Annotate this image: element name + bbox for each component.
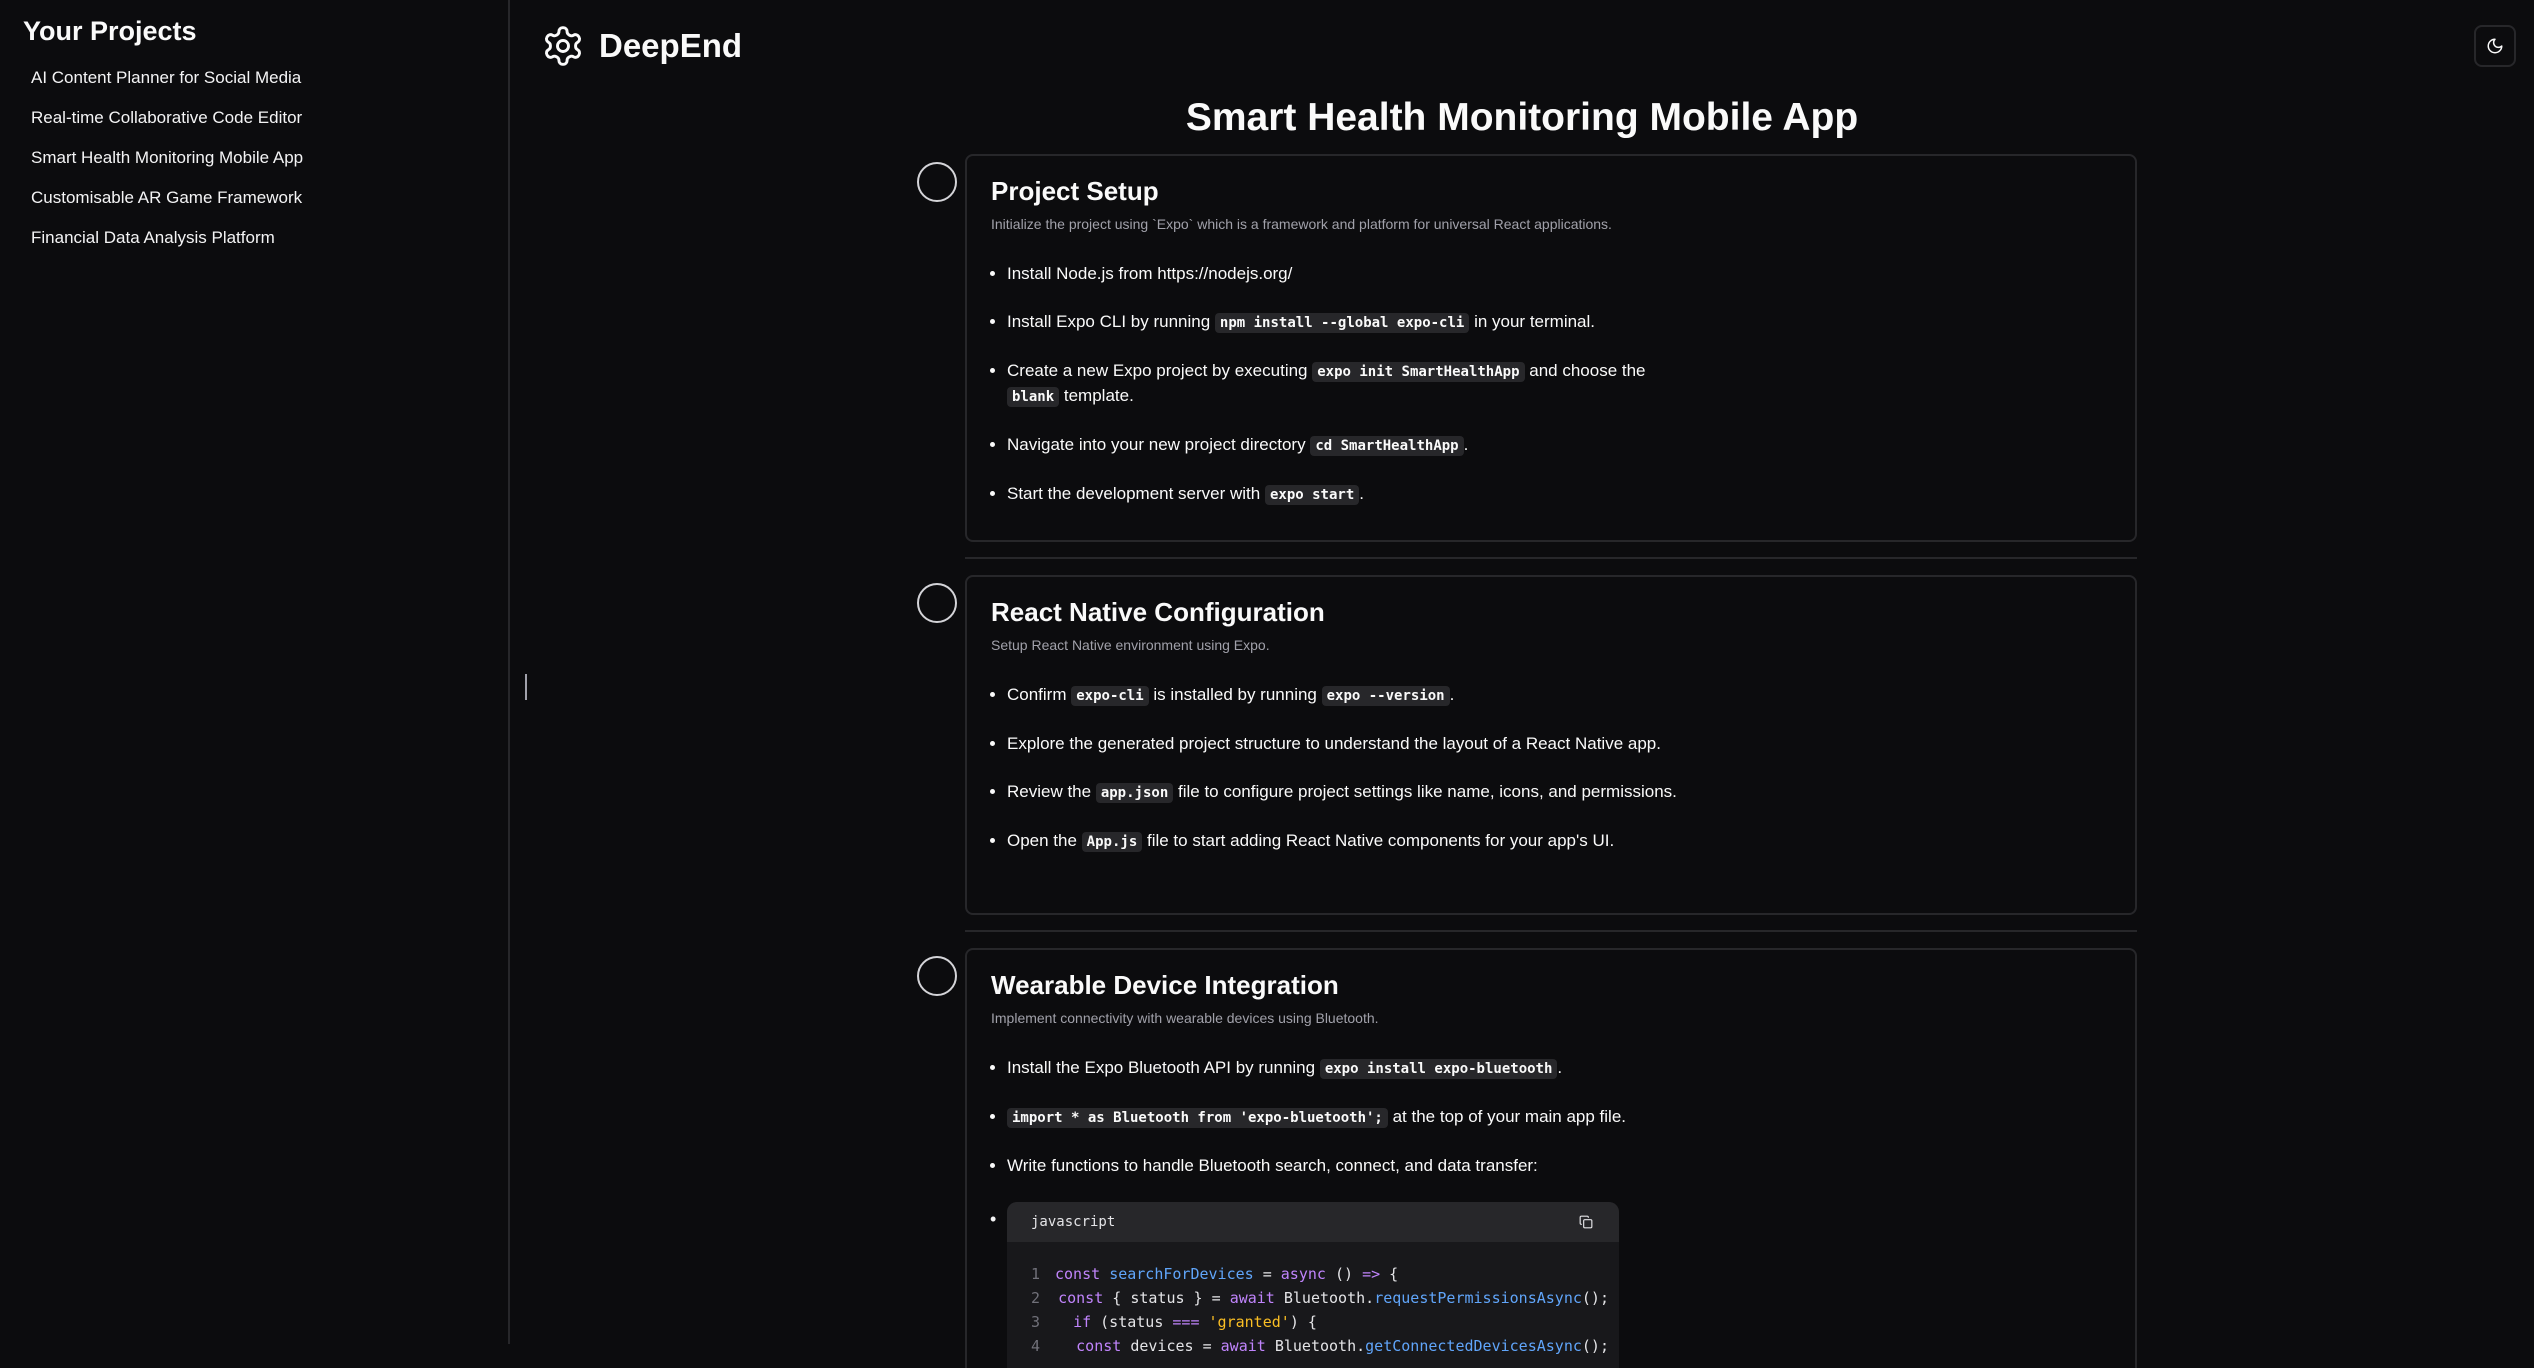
step-card-project-setup: Project Setup Initialize the project usi… (965, 154, 2137, 542)
page-title: Smart Health Monitoring Mobile App (1185, 96, 1859, 139)
inline-code: expo-cli (1071, 686, 1149, 706)
step-card-react-native-config: React Native Configuration Setup React N… (965, 575, 2137, 915)
divider (965, 557, 2137, 559)
list-item: Install Expo CLI by running npm install … (1007, 310, 1687, 335)
inline-code: App.js (1081, 832, 1143, 852)
sidebar-title: Your Projects (23, 16, 197, 46)
code-text: const devices = await Bluetooth.getConne… (1076, 1337, 1609, 1355)
list-item: Install the Expo Bluetooth API by runnin… (1007, 1056, 1687, 1081)
code-text: const { status } = await Bluetooth.reque… (1058, 1289, 1609, 1307)
code-line: 4 const devices = await Bluetooth.getCon… (1031, 1334, 1609, 1358)
line-number: 1 (1031, 1265, 1041, 1283)
list-item: Install Node.js from https://nodejs.org/ (1007, 262, 1687, 286)
list-item: Create a new Expo project by executing e… (1007, 359, 1687, 409)
step-checkbox-project-setup[interactable] (917, 162, 957, 202)
list-item: import * as Bluetooth from 'expo-bluetoo… (1007, 1105, 1687, 1130)
inline-code: expo start (1264, 485, 1360, 505)
step-title: React Native Configuration (991, 597, 1325, 627)
code-text: const searchForDevices = async () => { (1055, 1265, 1399, 1283)
list-item: Confirm expo-cli is installed by running… (1007, 683, 1687, 708)
bullet-dot: • (990, 1209, 997, 1229)
code-line: 3 if (status === 'granted') { (1031, 1310, 1595, 1334)
list-item: Review the app.json file to configure pr… (1007, 780, 1687, 805)
step-description: Initialize the project using `Expo` whic… (991, 216, 1612, 232)
inline-code: import * as Bluetooth from 'expo-bluetoo… (1007, 1108, 1388, 1128)
sidebar-item-financial-data[interactable]: Financial Data Analysis Platform (31, 226, 303, 266)
line-number: 2 (1031, 1289, 1041, 1307)
list-item: Navigate into your new project directory… (1007, 433, 1687, 458)
step-card-wearable-integration: Wearable Device Integration Implement co… (965, 948, 2137, 1368)
code-block-header: javascript (1007, 1202, 1619, 1242)
line-number: 3 (1031, 1313, 1041, 1331)
step-title: Project Setup (991, 176, 1159, 206)
inline-code: expo init SmartHealthApp (1312, 362, 1525, 382)
divider (965, 930, 2137, 932)
inline-code: blank (1007, 387, 1060, 407)
inline-code: app.json (1095, 783, 1174, 803)
sidebar-item-ar-game[interactable]: Customisable AR Game Framework (31, 186, 303, 226)
inline-code: npm install --global expo-cli (1214, 313, 1470, 333)
list-item: Open the App.js file to start adding Rea… (1007, 829, 1687, 854)
inline-code: expo --version (1321, 686, 1450, 706)
step-checkbox-react-native-config[interactable] (917, 583, 957, 623)
code-language-label: javascript (1031, 1214, 1116, 1230)
moon-icon (2487, 38, 2503, 54)
line-number: 4 (1031, 1337, 1041, 1355)
step-title: Wearable Device Integration (991, 970, 1339, 1000)
copy-button[interactable] (1577, 1213, 1595, 1231)
inline-code: cd SmartHealthApp (1310, 436, 1464, 456)
gear-icon (545, 26, 581, 66)
step-description: Setup React Native environment using Exp… (991, 637, 1270, 653)
step-items: Install Node.js from https://nodejs.org/… (1007, 262, 1687, 507)
code-lines: 1 const searchForDevices = async () => { 2… (1007, 1242, 1619, 1358)
inline-code: expo install expo-bluetooth (1319, 1059, 1558, 1079)
code-line: 1 const searchForDevices = async () => { (1031, 1262, 1595, 1286)
code-text: if (status === 'granted') { (1073, 1313, 1317, 1331)
sidebar-item-smart-health[interactable]: Smart Health Monitoring Mobile App (31, 146, 303, 186)
brand-name: DeepEnd (599, 27, 743, 64)
resize-handle[interactable] (525, 674, 527, 700)
list-item: Start the development server with expo s… (1007, 482, 1687, 507)
step-checkbox-wearable-integration[interactable] (917, 956, 957, 996)
code-block: javascript 1 const searchForDevices = asy… (1007, 1202, 1619, 1368)
theme-toggle-button[interactable] (2474, 25, 2516, 67)
list-item: Explore the generated project structure … (1007, 732, 1687, 756)
step-items: Install the Expo Bluetooth API by runnin… (1007, 1056, 1687, 1178)
step-items: Confirm expo-cli is installed by running… (1007, 683, 1687, 854)
list-item: Write functions to handle Bluetooth sear… (1007, 1154, 1687, 1178)
sidebar: Your Projects AI Content Planner for Soc… (0, 0, 510, 1344)
step-description: Implement connectivity with wearable dev… (991, 1010, 1379, 1026)
copy-icon (1579, 1215, 1593, 1229)
code-line: 2 const { status } = await Bluetooth.req… (1031, 1286, 1609, 1310)
